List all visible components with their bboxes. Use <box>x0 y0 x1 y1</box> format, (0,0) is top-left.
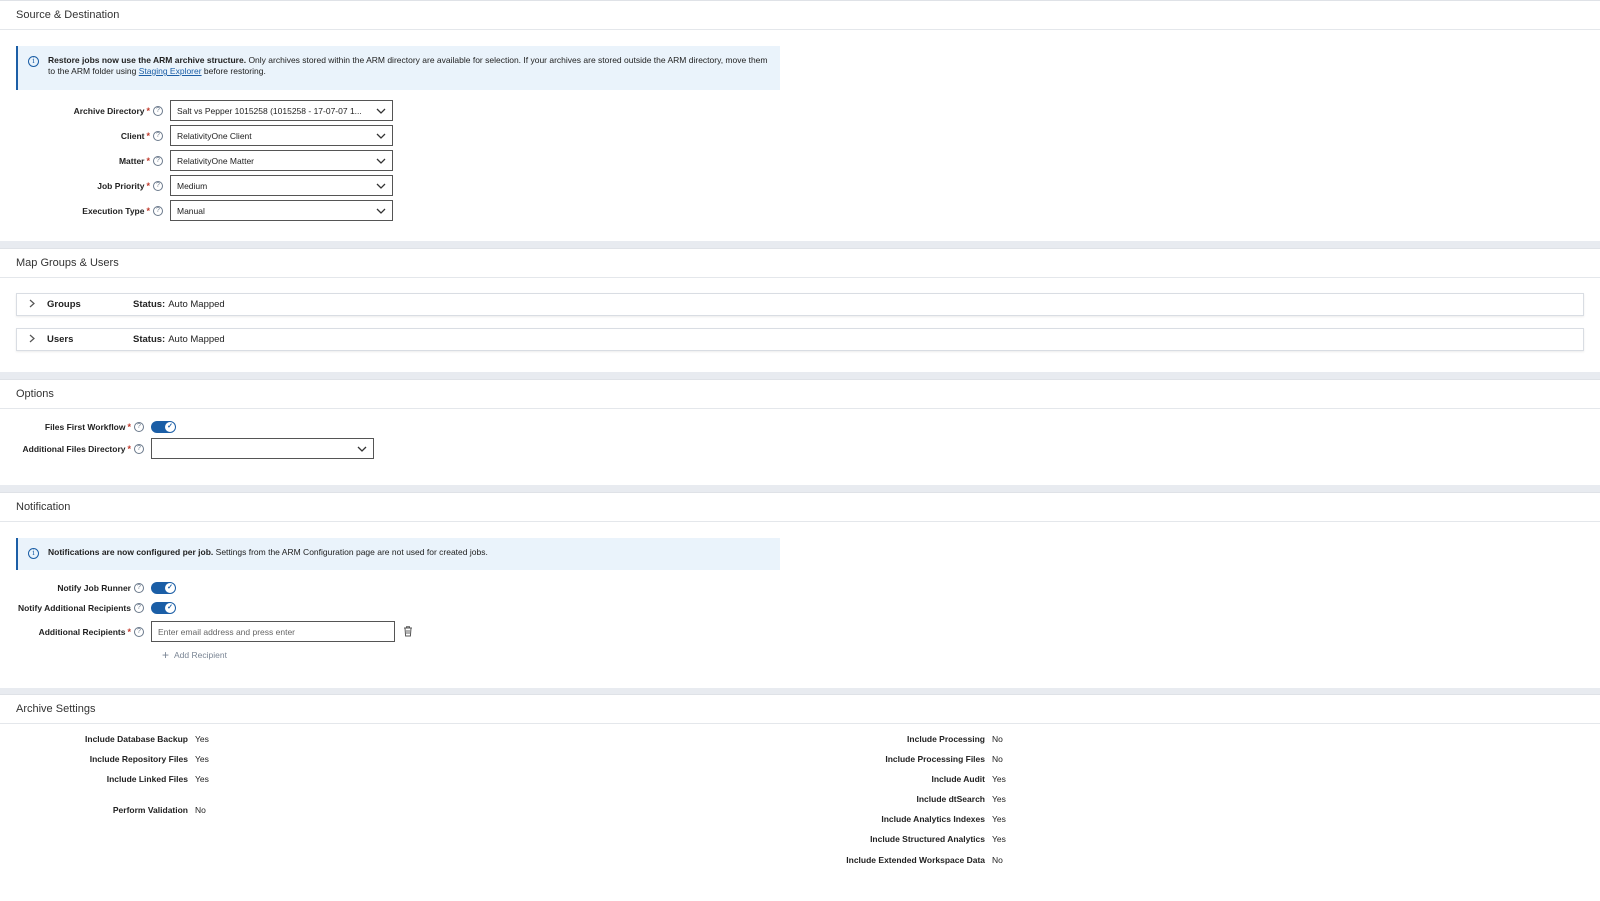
plus-icon: + <box>162 648 170 662</box>
client-row: Client *? <box>0 125 163 146</box>
options-panel: Options Files First Workflow *? ✓ Additio… <box>0 379 1600 485</box>
chevron-right-icon[interactable] <box>17 334 47 346</box>
check-icon: ✓ <box>165 603 175 613</box>
chevron-down-icon <box>370 206 392 216</box>
help-icon[interactable]: ? <box>134 603 144 613</box>
help-icon[interactable]: ? <box>134 443 144 454</box>
section-title: Notification <box>16 501 71 513</box>
notify-runner-row: Notify Job Runner? <box>0 582 144 594</box>
help-icon[interactable]: ? <box>153 180 163 191</box>
help-icon[interactable]: ? <box>134 422 144 432</box>
notify-additional-toggle[interactable]: ✓ <box>151 602 176 614</box>
recipients-row: Additional Recipients *? <box>0 621 144 642</box>
source-destination-panel: Source & Destination i Restore jobs now … <box>0 0 1600 241</box>
source-destination-header: Source & Destination <box>0 1 1600 30</box>
info-icon: i <box>28 548 39 559</box>
map-groups-users-header: Map Groups & Users <box>0 249 1600 278</box>
map-groups-users-panel: Map Groups & Users Groups Status: Auto M… <box>0 248 1600 372</box>
notify-additional-row: Notify Additional Recipients? <box>0 602 144 614</box>
users-row[interactable]: Users Status: Auto Mapped <box>16 328 1584 351</box>
job-priority-select[interactable]: Medium <box>170 175 393 196</box>
add-recipient-button[interactable]: + Add Recipient <box>162 648 227 662</box>
setting-include-structured-analytics: Include Structured Analytics Yes <box>870 834 1006 844</box>
chevron-down-icon <box>351 444 373 454</box>
check-icon: ✓ <box>165 422 175 432</box>
help-icon[interactable]: ? <box>134 583 144 593</box>
help-icon[interactable]: ? <box>153 130 163 141</box>
help-icon[interactable]: ? <box>153 205 163 216</box>
help-icon[interactable]: ? <box>134 626 144 637</box>
help-icon[interactable]: ? <box>153 155 163 166</box>
archive-settings-panel: Archive Settings Include Database Backup… <box>0 694 1600 901</box>
archive-directory-row: Archive Directory *? <box>0 100 163 121</box>
archive-settings-header: Archive Settings <box>0 695 1600 724</box>
job-priority-row: Job Priority *? <box>0 175 163 196</box>
matter-row: Matter *? <box>0 150 163 171</box>
setting-include-processing: Include Processing No <box>907 734 1003 744</box>
setting-include-audit: Include Audit Yes <box>931 774 1006 784</box>
notify-runner-label: Notify Job Runner <box>57 583 131 593</box>
chevron-down-icon <box>370 181 392 191</box>
notify-runner-toggle[interactable]: ✓ <box>151 582 176 594</box>
status-value: Auto Mapped <box>168 334 225 345</box>
client-label: Client <box>120 130 145 141</box>
recipients-label: Additional Recipients <box>38 626 126 637</box>
matter-label: Matter <box>118 155 145 166</box>
additional-dir-label: Additional Files Directory <box>22 443 126 454</box>
execution-type-select[interactable]: Manual <box>170 200 393 221</box>
info-icon: i <box>28 56 39 67</box>
section-title: Archive Settings <box>16 703 96 715</box>
options-header: Options <box>0 380 1600 409</box>
check-icon: ✓ <box>165 583 175 593</box>
section-title: Options <box>16 388 54 400</box>
setting-include-processing-files: Include Processing Files No <box>885 754 1003 764</box>
section-title: Source & Destination <box>16 9 120 21</box>
setting-include-extended-workspace-data: Include Extended Workspace Data No <box>846 855 1003 865</box>
chevron-down-icon <box>370 131 392 141</box>
groups-label: Groups <box>47 299 81 310</box>
additional-dir-row: Additional Files Directory *? <box>0 438 144 459</box>
notify-additional-label: Notify Additional Recipients <box>17 603 131 613</box>
archive-directory-label: Archive Directory <box>73 105 145 116</box>
status-label: Status: <box>133 334 166 345</box>
matter-select[interactable]: RelativityOne Matter <box>170 150 393 171</box>
chevron-right-icon[interactable] <box>17 299 47 311</box>
notification-info-banner: i Notifications are now configured per j… <box>16 538 780 570</box>
execution-type-label: Execution Type <box>82 205 145 216</box>
chevron-down-icon <box>370 106 392 116</box>
files-first-row: Files First Workflow *? <box>0 421 144 433</box>
notification-panel: Notification i Notifications are now con… <box>0 492 1600 688</box>
banner-text: Restore jobs now use the ARM archive str… <box>48 55 768 76</box>
setting-include-analytics-indexes: Include Analytics Indexes Yes <box>881 814 1006 824</box>
status-label: Status: <box>133 299 166 310</box>
files-first-label: Files First Workflow <box>44 422 126 432</box>
notification-header: Notification <box>0 493 1600 522</box>
files-first-toggle[interactable]: ✓ <box>151 421 176 433</box>
arm-info-banner: i Restore jobs now use the ARM archive s… <box>16 46 780 90</box>
groups-row[interactable]: Groups Status: Auto Mapped <box>16 293 1584 316</box>
recipient-email-input[interactable]: Enter email address and press enter <box>151 621 395 642</box>
banner-text: Notifications are now configured per job… <box>48 547 488 557</box>
execution-type-row: Execution Type *? <box>0 200 163 221</box>
job-priority-label: Job Priority <box>97 180 145 191</box>
users-label: Users <box>47 334 74 345</box>
archive-directory-select[interactable]: Salt vs Pepper 1015258 (1015258 - 17-07-… <box>170 100 393 121</box>
status-value: Auto Mapped <box>168 299 225 310</box>
help-icon[interactable]: ? <box>153 105 163 116</box>
client-select[interactable]: RelativityOne Client <box>170 125 393 146</box>
trash-icon[interactable] <box>402 625 414 637</box>
setting-include-dtsearch: Include dtSearch Yes <box>916 794 1006 804</box>
section-title: Map Groups & Users <box>16 257 119 269</box>
chevron-down-icon <box>370 156 392 166</box>
additional-dir-select[interactable] <box>151 438 374 459</box>
staging-explorer-link[interactable]: Staging Explorer <box>139 66 202 76</box>
